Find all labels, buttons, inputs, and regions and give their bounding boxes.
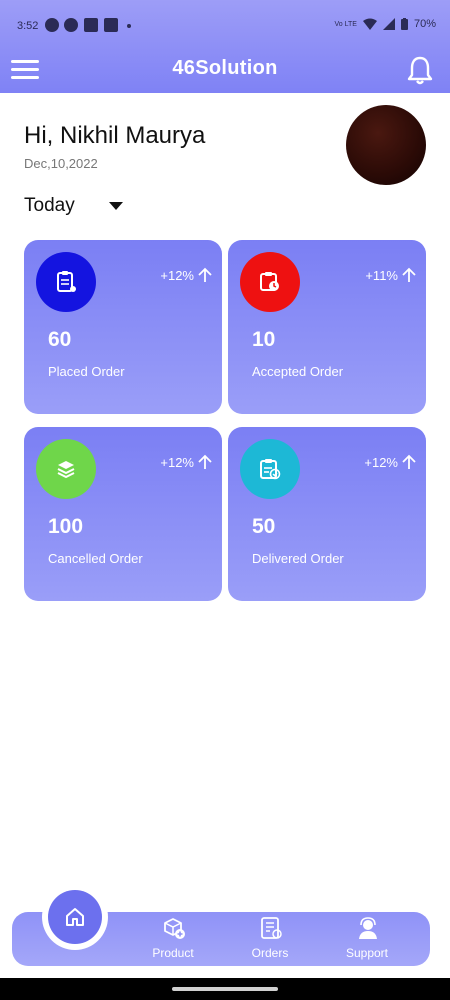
nav-label: Support — [345, 946, 389, 960]
nav-item-orders[interactable]: Orders — [235, 916, 305, 962]
arrow-up-icon — [198, 454, 212, 469]
home-icon — [66, 908, 84, 926]
arrow-up-icon — [402, 267, 416, 282]
current-date: Dec,10,2022 — [24, 156, 98, 171]
network-label: Vo LTE — [334, 20, 357, 28]
bell-icon[interactable] — [405, 55, 435, 85]
nav-label: Product — [152, 946, 194, 960]
gesture-handle[interactable] — [172, 987, 278, 991]
app-title: 46Solution — [172, 57, 278, 79]
app-notification-icon — [104, 18, 118, 32]
stat-count: 50 — [252, 515, 276, 538]
battery-percent: 70% — [413, 18, 436, 30]
wifi-icon — [362, 18, 377, 30]
stat-card-accepted-order[interactable]: +11% 10 Accepted Order — [228, 240, 426, 414]
clipboard-icon — [36, 252, 96, 312]
battery-icon — [400, 18, 408, 30]
signal-icon — [382, 18, 395, 30]
box-add-icon — [164, 918, 185, 939]
support-agent-icon — [359, 917, 377, 939]
layers-icon — [36, 439, 96, 499]
orders-list-icon — [261, 917, 282, 939]
status-bar: 3:52 Vo LTE 70% — [0, 16, 450, 36]
more-notifications-dot — [127, 24, 131, 28]
nav-label: Orders — [251, 946, 289, 960]
stat-label: Accepted Order — [252, 364, 344, 379]
change-percent: +12% — [364, 455, 398, 470]
stat-count: 100 — [48, 515, 84, 538]
change-percent: +11% — [365, 268, 398, 283]
clipboard-check-icon — [240, 439, 300, 499]
stat-label: Placed Order — [48, 364, 125, 379]
stat-card-placed-order[interactable]: +12% 60 Placed Order — [24, 240, 222, 414]
period-dropdown[interactable]: Today — [24, 195, 75, 217]
stat-card-delivered-order[interactable]: +12% 50 Delivered Order — [228, 427, 426, 601]
stat-label: Cancelled Order — [48, 551, 143, 566]
avatar[interactable] — [346, 105, 426, 185]
stat-count: 60 — [48, 328, 72, 351]
chevron-down-icon[interactable] — [109, 202, 123, 210]
status-time: 3:52 — [17, 20, 39, 32]
nav-item-support[interactable]: Support — [332, 916, 402, 962]
stat-count: 10 — [252, 328, 276, 351]
stat-card-cancelled-order[interactable]: +12% 100 Cancelled Order — [24, 427, 222, 601]
arrow-up-icon — [198, 267, 212, 282]
home-button[interactable] — [48, 890, 102, 944]
messages-notification-icon — [45, 18, 59, 32]
change-percent: +12% — [160, 268, 194, 283]
greeting-text: Hi, Nikhil Maurya — [24, 122, 206, 149]
arrow-up-icon — [402, 454, 416, 469]
nav-item-product[interactable]: Product — [138, 916, 208, 962]
gmail-notification-icon — [84, 18, 98, 32]
clipboard-clock-icon — [240, 252, 300, 312]
change-percent: +12% — [160, 455, 194, 470]
stat-label: Delivered Order — [252, 551, 344, 566]
chrome-notification-icon — [64, 18, 78, 32]
